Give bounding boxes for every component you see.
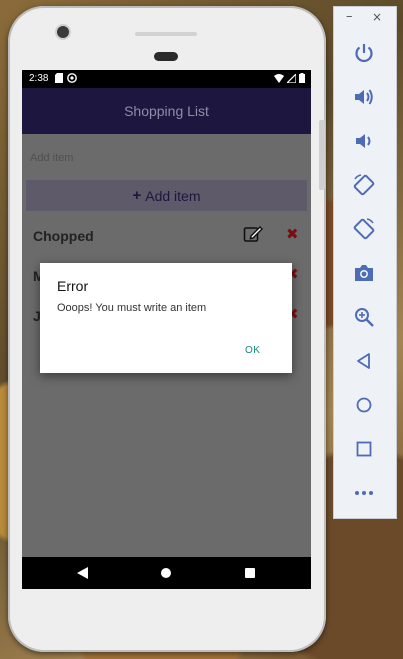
power-button[interactable]	[351, 40, 377, 66]
nav-back-icon[interactable]	[77, 567, 88, 579]
rotate-left-button[interactable]	[351, 172, 377, 198]
rotate-right-button[interactable]	[351, 216, 377, 242]
notification-icon	[67, 73, 77, 83]
nav-recents-icon[interactable]	[245, 568, 255, 578]
rotate-left-icon	[353, 174, 375, 196]
emulator-toolbar: – ×	[333, 6, 397, 519]
sd-card-icon	[55, 73, 63, 83]
overview-button[interactable]	[351, 436, 377, 462]
dialog-ok-button[interactable]: OK	[245, 345, 260, 356]
volume-up-button[interactable]	[351, 84, 377, 110]
screenshot-button[interactable]	[351, 260, 377, 286]
zoom-button[interactable]	[351, 304, 377, 330]
power-icon	[355, 44, 373, 63]
earpiece	[154, 52, 178, 61]
add-item-button[interactable]: + Add item	[26, 180, 307, 211]
camera-icon	[355, 265, 373, 281]
dialog-title: Error	[57, 278, 89, 294]
back-icon	[357, 353, 370, 369]
phone-side-button	[319, 120, 325, 190]
app-bar: Shopping List	[22, 88, 311, 134]
add-item-input[interactable]	[28, 148, 302, 168]
volume-down-button[interactable]	[351, 128, 377, 154]
back-button[interactable]	[351, 348, 377, 374]
speaker-grille	[135, 32, 197, 36]
more-button[interactable]	[351, 480, 377, 506]
item-label: Chopped	[33, 228, 94, 244]
android-nav-bar	[22, 557, 311, 589]
home-icon	[356, 397, 372, 413]
battery-icon	[299, 73, 305, 83]
rotate-right-icon	[353, 218, 375, 240]
add-item-button-label: Add item	[145, 187, 201, 204]
overview-icon	[356, 441, 372, 457]
list-item[interactable]: Chopped ✖	[22, 216, 311, 256]
nav-home-icon[interactable]	[161, 568, 171, 578]
minimize-button[interactable]: –	[346, 9, 353, 24]
close-button[interactable]: ×	[372, 10, 382, 24]
app-title: Shopping List	[124, 103, 209, 119]
status-time: 2:38	[29, 73, 49, 84]
dialog-message: Ooops! You must write an item	[57, 302, 207, 314]
delete-icon[interactable]: ✖	[286, 225, 299, 243]
plus-icon: +	[132, 187, 142, 204]
status-bar: 2:38	[22, 70, 311, 88]
volume-down-icon	[356, 134, 371, 148]
volume-up-icon	[355, 89, 373, 105]
error-dialog: Error Ooops! You must write an item OK	[40, 263, 292, 373]
camera-lens	[57, 26, 69, 38]
wifi-icon	[274, 73, 284, 83]
signal-icon	[287, 73, 296, 83]
more-icon	[355, 491, 373, 495]
zoom-icon	[355, 308, 374, 327]
edit-icon[interactable]	[243, 224, 263, 244]
home-button[interactable]	[351, 392, 377, 418]
